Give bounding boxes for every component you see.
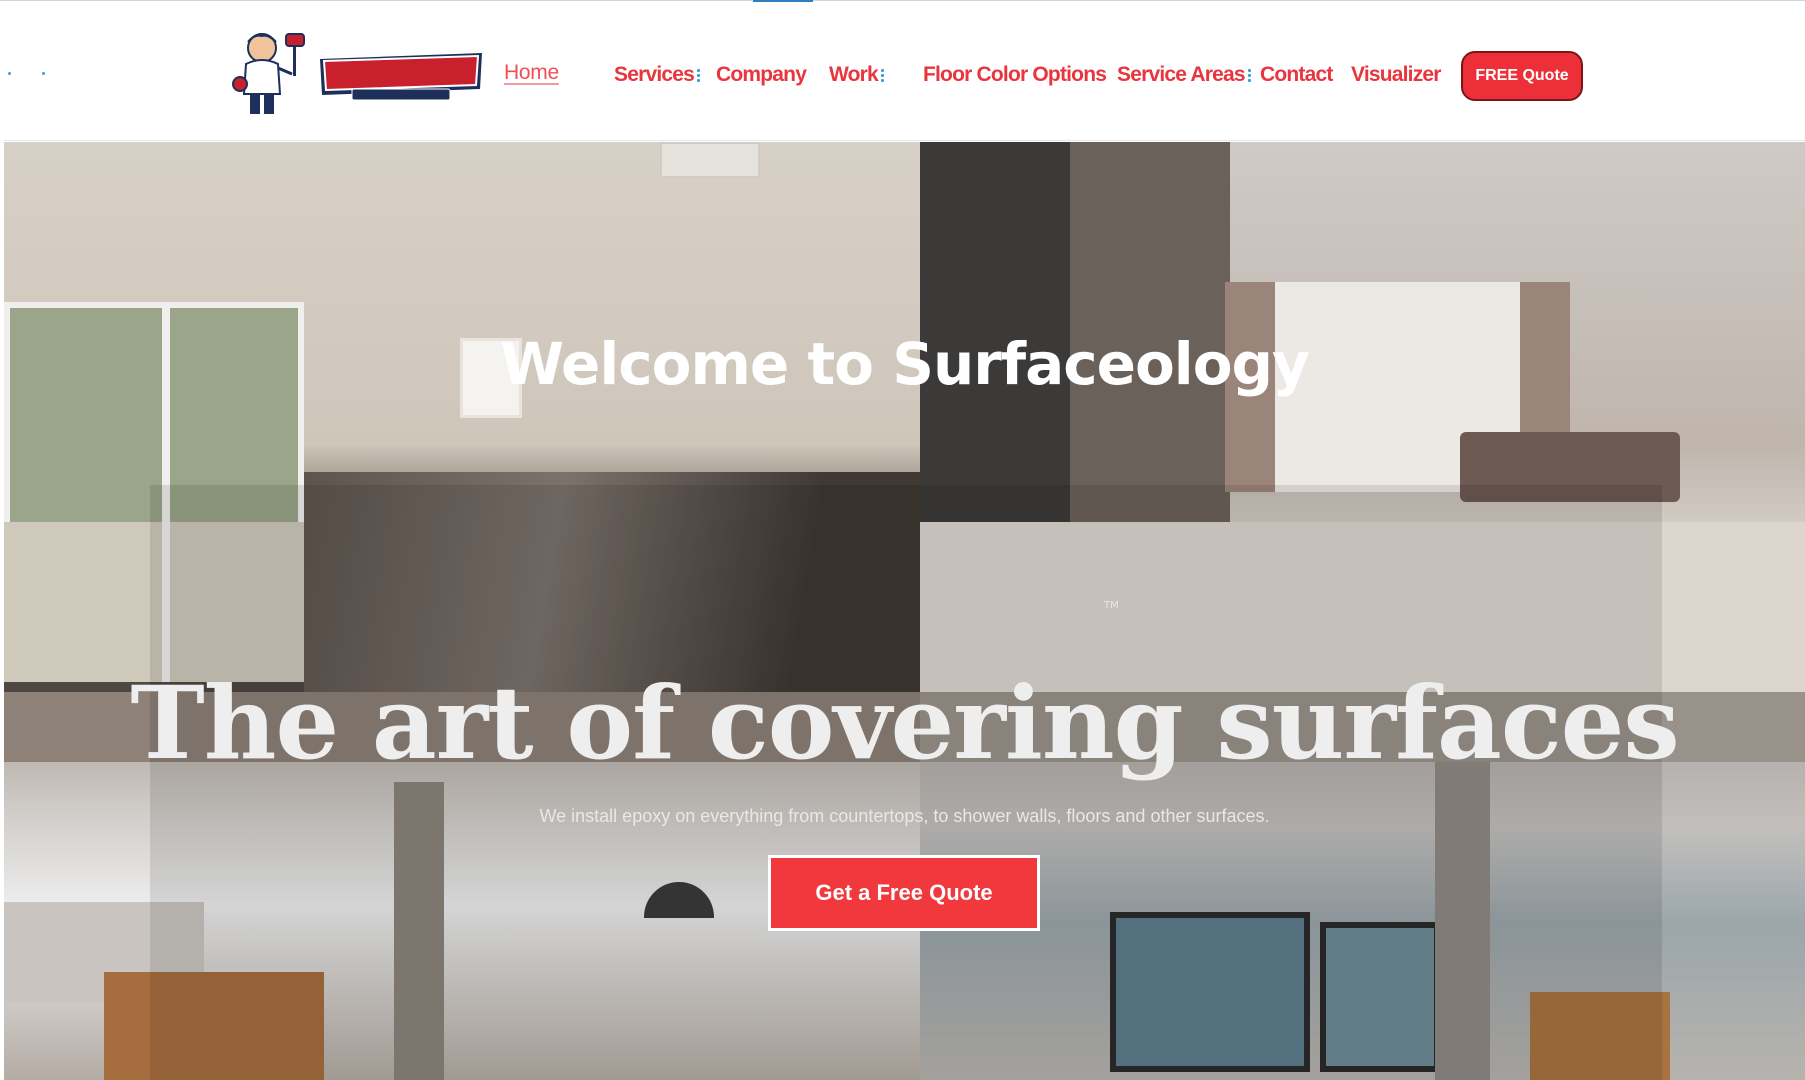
dot-icon bbox=[42, 72, 45, 75]
logo-badge bbox=[320, 53, 482, 101]
nav-service-areas-label: Service Areas bbox=[1117, 63, 1246, 86]
dot-icon bbox=[8, 72, 11, 75]
trademark-mark: TM bbox=[1104, 600, 1119, 611]
submenu-indicator-icon bbox=[1247, 67, 1252, 84]
site-header: Home Services Company Work Floor Color O… bbox=[4, 2, 1805, 141]
nav-contact[interactable]: Contact bbox=[1260, 60, 1333, 90]
hero-headline: The art of covering surfaces bbox=[130, 664, 1679, 782]
painter-mascot-icon bbox=[232, 33, 305, 114]
nav-services-label: Services bbox=[614, 63, 695, 86]
nav-home[interactable]: Home bbox=[504, 58, 559, 88]
submenu-indicator-icon bbox=[880, 67, 885, 84]
nav-services[interactable]: Services bbox=[614, 60, 701, 90]
nav-service-areas[interactable]: Service Areas bbox=[1117, 60, 1252, 90]
nav-company[interactable]: Company bbox=[716, 60, 807, 90]
top-border bbox=[0, 0, 1805, 1]
hero-welcome-heading: Welcome to Surfaceology bbox=[500, 330, 1310, 398]
nav-floor-color-options[interactable]: Floor Color Options bbox=[923, 60, 1107, 90]
nav-work-label: Work bbox=[829, 63, 879, 86]
nav-visualizer[interactable]: Visualizer bbox=[1351, 60, 1441, 90]
free-quote-button[interactable]: FREE Quote bbox=[1461, 51, 1583, 101]
hero-subtext: We install epoxy on everything from coun… bbox=[539, 806, 1270, 826]
site-logo[interactable] bbox=[232, 24, 488, 119]
submenu-indicator-icon bbox=[697, 67, 701, 84]
get-free-quote-button[interactable]: Get a Free Quote bbox=[768, 855, 1040, 931]
nav-work[interactable]: Work bbox=[829, 60, 885, 90]
hero-section: Welcome to Surfaceology TM The art of co… bbox=[4, 142, 1805, 1080]
hero-overlay bbox=[150, 485, 1662, 1080]
